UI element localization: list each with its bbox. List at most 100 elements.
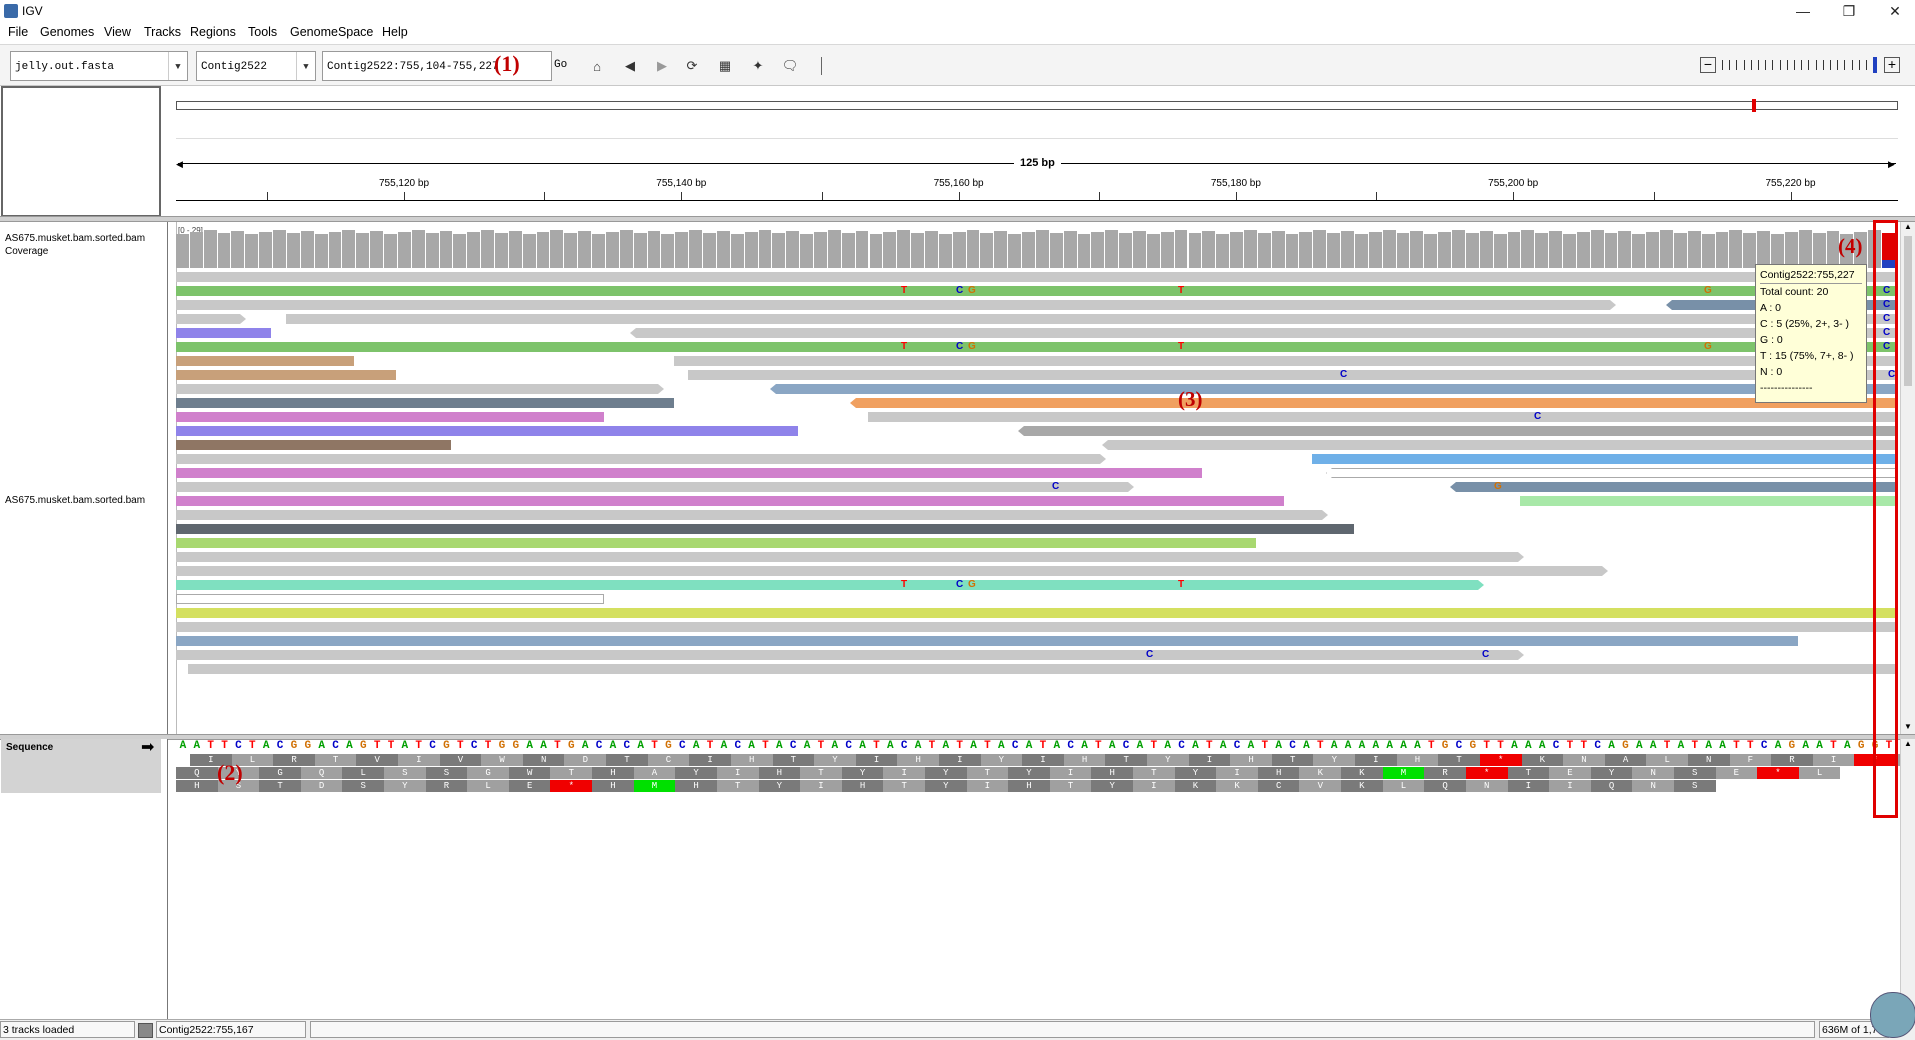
menu-regions[interactable]: Regions	[190, 25, 236, 39]
amino-acid: I	[800, 780, 842, 792]
feature-panel-scrollbar[interactable]: ▲	[1900, 739, 1915, 1019]
scroll-thumb[interactable]	[1904, 236, 1912, 386]
home-icon[interactable]: ⌂	[588, 57, 606, 75]
coverage-bar	[1646, 232, 1660, 268]
scroll-down-icon[interactable]: ▼	[1901, 722, 1915, 732]
read-alignment[interactable]	[176, 384, 664, 394]
read-alignment[interactable]	[286, 314, 1898, 324]
popup-info-icon[interactable]: 🗨	[781, 57, 799, 75]
zoom-out-icon[interactable]: −	[1700, 57, 1716, 73]
coverage-track[interactable]	[176, 226, 1898, 268]
read-alignment[interactable]	[176, 538, 1256, 548]
sequence-track-label[interactable]: Sequence	[6, 741, 53, 754]
sequence-base: A	[346, 740, 353, 752]
menu-tools[interactable]: Tools	[248, 25, 277, 39]
read-alignment[interactable]	[176, 440, 451, 450]
menu-view[interactable]: View	[104, 25, 131, 39]
region-of-interest-icon[interactable]: ▦	[716, 57, 734, 75]
read-alignment[interactable]	[176, 496, 1284, 506]
refresh-icon[interactable]: ⟳	[683, 57, 701, 75]
sequence-track[interactable]: AATTCTACGGACAGTTATCGTCTGGAATGACACATGCATA…	[176, 739, 1915, 1019]
strand-arrow-icon[interactable]: ➡	[141, 737, 154, 757]
read-alignment[interactable]	[176, 286, 1898, 296]
read-alignment[interactable]	[176, 580, 1484, 590]
read-alignment[interactable]	[630, 328, 1898, 338]
read-alignment[interactable]	[176, 566, 1608, 576]
read-alignment[interactable]	[1018, 426, 1898, 436]
menu-file[interactable]: File	[8, 25, 28, 39]
read-alignment[interactable]	[176, 482, 1134, 492]
read-alignment[interactable]	[1102, 440, 1898, 450]
read-alignment[interactable]	[176, 622, 1898, 632]
mismatch-base: C	[1534, 411, 1542, 422]
read-alignment[interactable]	[850, 398, 1898, 408]
coverage-bar	[1549, 231, 1562, 268]
header-name-panel	[1, 86, 161, 217]
menu-genomespace[interactable]: GenomeSpace	[290, 25, 373, 39]
sequence-base: A	[1719, 740, 1726, 752]
back-icon[interactable]: ◀	[621, 57, 639, 75]
read-alignment[interactable]	[770, 384, 1898, 394]
sequence-base: A	[1511, 740, 1518, 752]
read-alignment[interactable]	[176, 412, 604, 422]
read-alignment[interactable]	[176, 370, 396, 380]
sequence-base: T	[1580, 740, 1588, 752]
coverage-bar	[467, 232, 481, 268]
menu-tracks[interactable]: Tracks	[144, 25, 181, 39]
coverage-bar	[1271, 231, 1285, 268]
zoom-in-icon[interactable]: +	[1884, 57, 1900, 73]
read-alignment[interactable]	[176, 426, 798, 436]
read-alignment[interactable]	[1520, 496, 1898, 506]
read-alignment[interactable]	[868, 412, 1898, 422]
read-alignment[interactable]	[176, 454, 1106, 464]
read-alignment[interactable]	[176, 314, 246, 324]
scroll-up-icon[interactable]: ▲	[1901, 739, 1915, 749]
coverage-bar	[1035, 230, 1049, 268]
chromosome-dropdown[interactable]: Contig2522 ▼	[196, 51, 316, 81]
chromosome-ideogram[interactable]	[176, 101, 1898, 110]
read-alignment[interactable]	[176, 594, 604, 604]
scroll-up-icon[interactable]: ▲	[1901, 222, 1915, 232]
genome-dropdown[interactable]: jelly.out.fasta ▼	[10, 51, 188, 81]
minimize-icon[interactable]: —	[1780, 0, 1826, 22]
read-alignment[interactable]	[176, 608, 1898, 618]
zoom-thumb[interactable]	[1873, 57, 1878, 73]
read-alignment[interactable]	[176, 510, 1328, 520]
sequence-base: A	[1081, 740, 1088, 752]
read-alignment[interactable]	[1312, 454, 1898, 464]
read-alignment[interactable]	[1326, 468, 1898, 478]
alignment-track-label[interactable]: AS675.musket.bam.sorted.bam	[5, 494, 165, 507]
coverage-bar	[425, 233, 439, 268]
menu-genomes[interactable]: Genomes	[40, 25, 94, 39]
read-alignment[interactable]	[176, 552, 1524, 562]
resize-to-window-icon[interactable]: ✦	[749, 57, 767, 75]
read-alignment[interactable]	[176, 524, 1354, 534]
read-alignment[interactable]	[176, 398, 674, 408]
read-alignment[interactable]	[1450, 482, 1898, 492]
read-alignment[interactable]	[176, 356, 354, 366]
popup-separator: ---------------	[1760, 382, 1813, 394]
ruler-tick-label: 755,220 bp	[1765, 178, 1816, 189]
read-alignment[interactable]	[188, 664, 1898, 674]
read-alignment[interactable]	[674, 356, 1898, 366]
read-alignment[interactable]	[176, 300, 1616, 310]
data-panel-scrollbar[interactable]: ▲ ▼	[1900, 222, 1915, 734]
go-button[interactable]: Go	[554, 59, 567, 71]
zoom-slider[interactable]	[1722, 57, 1886, 73]
sequence-base: T	[1206, 740, 1213, 752]
forward-icon[interactable]: ▶	[653, 57, 671, 75]
read-alignment[interactable]	[176, 342, 1898, 352]
ruler[interactable]: 755,120 bp 755,140 bp 755,160 bp 755,180 bp…	[176, 176, 1898, 216]
read-alignment[interactable]	[176, 650, 1524, 660]
alignment-data-panel[interactable]: [0 - 29] TCGTGCCCCTCGTGCCCCCGTCGTCC (3)	[176, 222, 1898, 734]
read-alignment[interactable]	[688, 370, 1898, 380]
read-alignment[interactable]	[176, 328, 271, 338]
read-alignment[interactable]	[176, 272, 1898, 282]
read-alignment[interactable]	[176, 468, 1202, 478]
alignment-track[interactable]: TCGTGCCCCTCGTGCCCCCGTCGTCC	[176, 272, 1898, 732]
close-icon[interactable]: ✕	[1872, 0, 1915, 22]
read-alignment[interactable]	[176, 636, 1798, 646]
restore-icon[interactable]: ❐	[1826, 0, 1872, 22]
coverage-track-label[interactable]: AS675.musket.bam.sorted.bam Coverage	[5, 232, 165, 258]
menu-help[interactable]: Help	[382, 25, 408, 39]
